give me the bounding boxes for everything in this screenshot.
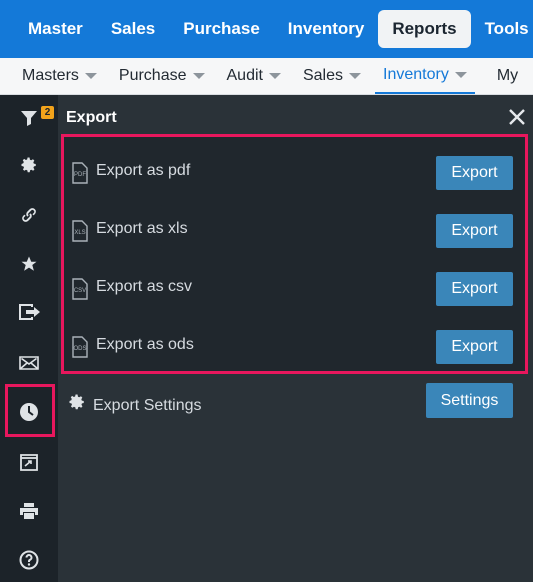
star-icon: [21, 256, 37, 271]
print-icon: [20, 503, 38, 519]
filter-count-badge: 2: [41, 106, 54, 119]
close-icon[interactable]: [507, 107, 527, 127]
calendar-export-icon: [20, 454, 38, 471]
sub-menu-label: My: [496, 67, 519, 84]
print-button[interactable]: [0, 493, 58, 529]
sub-menu-bar: Masters Purchase Audit Sales Inventory M…: [0, 58, 533, 95]
export-csv-button[interactable]: Export: [436, 272, 513, 306]
filter-icon: [21, 111, 37, 126]
favorite-button[interactable]: [0, 246, 58, 282]
export-option-label: Export as ods: [96, 336, 194, 353]
file-tag: PDF: [74, 172, 86, 178]
help-button[interactable]: [0, 542, 58, 578]
export-button[interactable]: [0, 294, 58, 330]
top-tab-tools[interactable]: Tools: [471, 10, 533, 48]
export-ods-button[interactable]: Export: [436, 330, 513, 364]
sub-menu-sales[interactable]: Sales: [303, 58, 361, 94]
chevron-down-icon: [84, 73, 97, 79]
ods-file-icon: ODS: [72, 336, 88, 358]
chevron-down-icon: [454, 72, 467, 78]
export-row-xls: XLS Export as xls Export: [64, 201, 525, 259]
sub-menu-label: Masters: [22, 67, 79, 84]
top-tab-master[interactable]: Master: [14, 10, 97, 48]
sub-menu-masters[interactable]: Masters: [22, 58, 97, 94]
export-pdf-button[interactable]: Export: [436, 156, 513, 190]
sub-menu-purchase[interactable]: Purchase: [119, 58, 205, 94]
calendar-export-button[interactable]: [0, 444, 58, 480]
pdf-file-icon: PDF: [72, 162, 88, 184]
export-panel: Export PDF Export as pdf Export XLS Expo…: [58, 95, 533, 582]
mail-icon: [19, 356, 39, 370]
help-icon: [19, 550, 39, 570]
export-option-label: Export as pdf: [96, 162, 191, 179]
export-settings-row: Export Settings Settings: [58, 378, 533, 428]
export-xls-button[interactable]: Export: [436, 214, 513, 248]
export-options-box: PDF Export as pdf Export XLS Export as x…: [61, 134, 528, 374]
top-tab-reports[interactable]: Reports: [378, 10, 471, 48]
top-tab-inventory[interactable]: Inventory: [274, 10, 379, 48]
settings-button[interactable]: Settings: [426, 383, 513, 418]
file-tag: ODS: [73, 346, 86, 352]
settings-button[interactable]: [0, 147, 58, 183]
filter-button[interactable]: 2: [0, 100, 58, 136]
sub-menu-label: Inventory: [383, 66, 449, 83]
top-tab-sales[interactable]: Sales: [97, 10, 169, 48]
panel-title: Export: [66, 109, 117, 126]
email-button[interactable]: [0, 345, 58, 381]
export-row-ods: ODS Export as ods Export: [64, 317, 525, 375]
link-icon: [22, 208, 36, 222]
sub-menu-my[interactable]: My: [497, 58, 518, 94]
chevron-down-icon: [349, 73, 361, 79]
export-option-label: Export as xls: [96, 220, 188, 237]
export-row-csv: CSV Export as csv Export: [64, 259, 525, 317]
export-option-label: Export as csv: [96, 278, 193, 295]
xls-file-icon: XLS: [72, 220, 88, 242]
chevron-down-icon: [192, 73, 205, 79]
export-icon: [19, 304, 40, 320]
sub-menu-label: Audit: [226, 67, 263, 84]
clock-icon: [20, 403, 38, 421]
sub-menu-inventory[interactable]: Inventory: [375, 58, 475, 94]
csv-file-icon: CSV: [72, 278, 88, 300]
top-tab-purchase[interactable]: Purchase: [169, 10, 274, 48]
gear-icon: [69, 394, 84, 410]
top-menu-bar: Master Sales Purchase Inventory Reports …: [0, 0, 533, 58]
sub-menu-label: Sales: [302, 67, 343, 84]
sub-menu-audit[interactable]: Audit: [227, 58, 281, 94]
export-settings-label: Export Settings: [93, 397, 202, 414]
schedule-button[interactable]: [0, 394, 58, 430]
chevron-down-icon: [268, 73, 281, 79]
export-row-pdf: PDF Export as pdf Export: [64, 143, 525, 201]
file-tag: CSV: [74, 288, 86, 294]
link-button[interactable]: [0, 197, 58, 233]
gear-icon: [21, 157, 36, 173]
icon-rail: 2: [0, 95, 58, 582]
file-tag: XLS: [74, 230, 85, 236]
sub-menu-label: Purchase: [118, 67, 187, 84]
